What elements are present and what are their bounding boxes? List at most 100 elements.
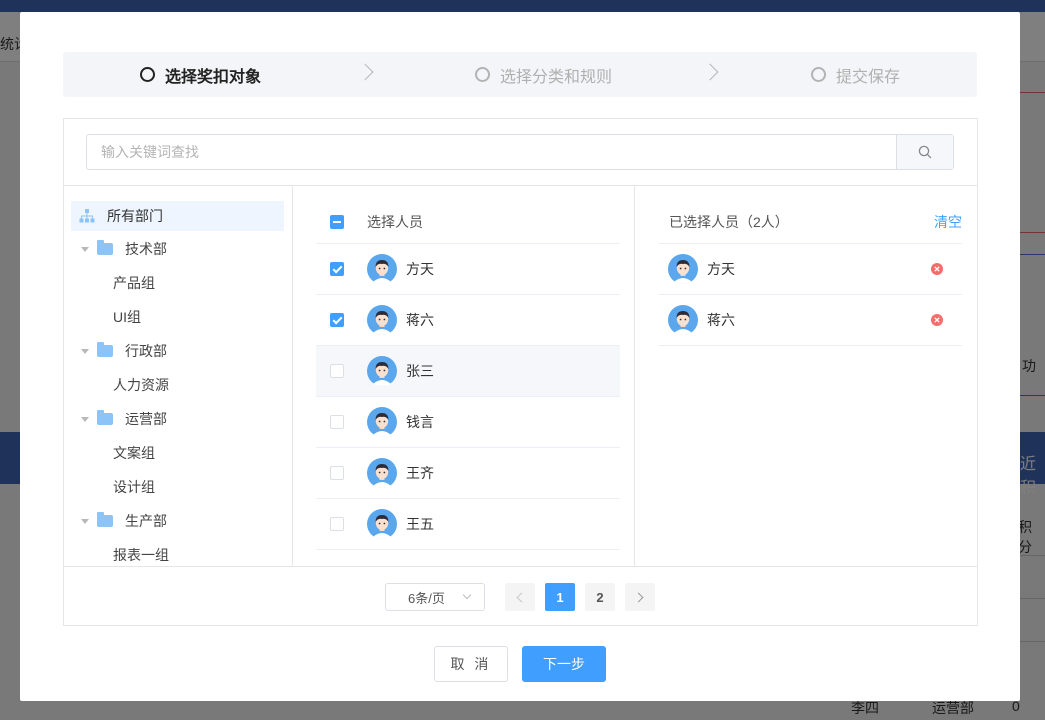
tree-leaf[interactable]: 人力资源 (71, 368, 284, 402)
chevron-right-icon (633, 592, 644, 602)
selected-list: 已选择人员（2人） 清空 方天蒋六 (659, 201, 962, 346)
person-name: 王五 (406, 516, 434, 532)
page-size-label: 6条/页 (408, 590, 445, 606)
person-row[interactable]: 蒋六 (316, 295, 620, 346)
avatar-icon (668, 254, 698, 284)
selected-person-row: 方天 (659, 244, 962, 295)
chevron-right-icon (701, 63, 719, 81)
selected-person-row: 蒋六 (659, 295, 962, 346)
org-chart-icon (79, 209, 95, 223)
step-label: 选择分类和规则 (500, 68, 613, 86)
search-input[interactable] (87, 135, 896, 169)
tree-leaf[interactable]: 报表一组 (71, 538, 284, 566)
people-header-label: 选择人员 (367, 214, 423, 230)
step-circle-icon (811, 67, 826, 82)
step-bar: 选择奖扣对象 选择分类和规则 提交保存 (63, 52, 977, 97)
tree-node-admin[interactable]: 行政部 (71, 334, 284, 368)
divider (64, 185, 977, 186)
person-checkbox[interactable] (330, 517, 344, 531)
person-row[interactable]: 钱言 (316, 397, 620, 448)
tree-node-tech[interactable]: 技术部 (71, 232, 284, 266)
step-circle-icon (475, 67, 490, 82)
avatar-icon (367, 509, 397, 539)
search-button[interactable] (896, 135, 953, 169)
next-step-button[interactable]: 下一步 (522, 646, 606, 682)
folder-icon (97, 410, 113, 425)
people-list: 选择人员 方天蒋六张三钱言王齐王五 (316, 201, 620, 550)
department-tree: 所有部门 技术部 产品组 UI组 行政部 人力资源 运营部 文案组 设计组 生产… (71, 201, 284, 566)
tree-node-label: 技术部 (125, 241, 167, 257)
remove-icon[interactable] (931, 263, 943, 275)
selected-person-name: 方天 (707, 261, 735, 277)
tree-root-all-departments[interactable]: 所有部门 (71, 201, 284, 231)
select-all-checkbox[interactable] (330, 215, 344, 229)
avatar-icon (367, 356, 397, 386)
page-size-select[interactable]: 6条/页 (385, 583, 485, 611)
search-icon (918, 145, 932, 159)
next-page-button[interactable] (625, 583, 655, 611)
person-name: 钱言 (406, 414, 434, 430)
selected-header-label: 已选择人员（2人） (669, 214, 789, 230)
person-checkbox[interactable] (330, 415, 344, 429)
caret-down-icon[interactable] (81, 518, 89, 524)
person-name: 张三 (406, 363, 434, 379)
page-button-1[interactable]: 1 (545, 583, 575, 611)
tree-node-production[interactable]: 生产部 (71, 504, 284, 538)
person-name: 蒋六 (406, 312, 434, 328)
caret-down-icon[interactable] (81, 348, 89, 354)
prev-page-button[interactable] (505, 583, 535, 611)
selected-person-name: 蒋六 (707, 312, 735, 328)
divider (292, 185, 293, 566)
remove-icon[interactable] (931, 314, 943, 326)
search-box (86, 134, 954, 170)
person-name: 方天 (406, 261, 434, 277)
folder-icon (97, 342, 113, 357)
chevron-down-icon (462, 590, 472, 600)
step-label: 选择奖扣对象 (165, 68, 262, 86)
person-row[interactable]: 方天 (316, 244, 620, 295)
avatar-icon (367, 254, 397, 284)
tree-root-label: 所有部门 (107, 208, 163, 224)
tree-node-label: 运营部 (125, 411, 167, 427)
tree-node-label: 生产部 (125, 513, 167, 529)
caret-down-icon[interactable] (81, 416, 89, 422)
select-target-dialog: 选择奖扣对象 选择分类和规则 提交保存 输入关键词查找 所有部门 技术部 产品组… (20, 12, 1020, 701)
step-submit: 提交保存 (811, 52, 900, 97)
clear-button[interactable]: 清空 (934, 212, 962, 232)
step-circle-icon (140, 67, 155, 82)
person-checkbox[interactable] (330, 466, 344, 480)
divider (64, 566, 977, 567)
page-button-2[interactable]: 2 (585, 583, 615, 611)
selection-panel: 所有部门 技术部 产品组 UI组 行政部 人力资源 运营部 文案组 设计组 (63, 118, 978, 626)
tree-leaf[interactable]: 文案组 (71, 436, 284, 470)
step-select-target: 选择奖扣对象 (140, 52, 261, 97)
person-checkbox[interactable] (330, 262, 344, 276)
person-checkbox[interactable] (330, 364, 344, 378)
tree-leaf[interactable]: 产品组 (71, 266, 284, 300)
tree-node-label: 行政部 (125, 343, 167, 359)
avatar-icon (367, 305, 397, 335)
caret-down-icon[interactable] (81, 246, 89, 252)
divider (634, 185, 635, 566)
tree-leaf[interactable]: 设计组 (71, 470, 284, 504)
person-row[interactable]: 张三 (316, 346, 620, 397)
avatar-icon (367, 458, 397, 488)
step-label: 提交保存 (836, 68, 901, 86)
avatar-icon (668, 305, 698, 335)
person-checkbox[interactable] (330, 313, 344, 327)
person-row[interactable]: 王齐 (316, 448, 620, 499)
chevron-left-icon (516, 592, 527, 602)
chevron-right-icon (356, 63, 374, 81)
tree-leaf[interactable]: UI组 (71, 300, 284, 334)
avatar-icon (367, 407, 397, 437)
cancel-button[interactable]: 取 消 (434, 646, 508, 682)
pagination: 6条/页 1 2 (64, 581, 977, 613)
selected-list-header: 已选择人员（2人） 清空 (659, 201, 962, 244)
tree-node-operations[interactable]: 运营部 (71, 402, 284, 436)
people-list-header: 选择人员 (316, 201, 620, 244)
person-row[interactable]: 王五 (316, 499, 620, 550)
person-name: 王齐 (406, 465, 434, 481)
folder-icon (97, 240, 113, 255)
step-select-category: 选择分类和规则 (475, 52, 612, 97)
folder-icon (97, 512, 113, 527)
